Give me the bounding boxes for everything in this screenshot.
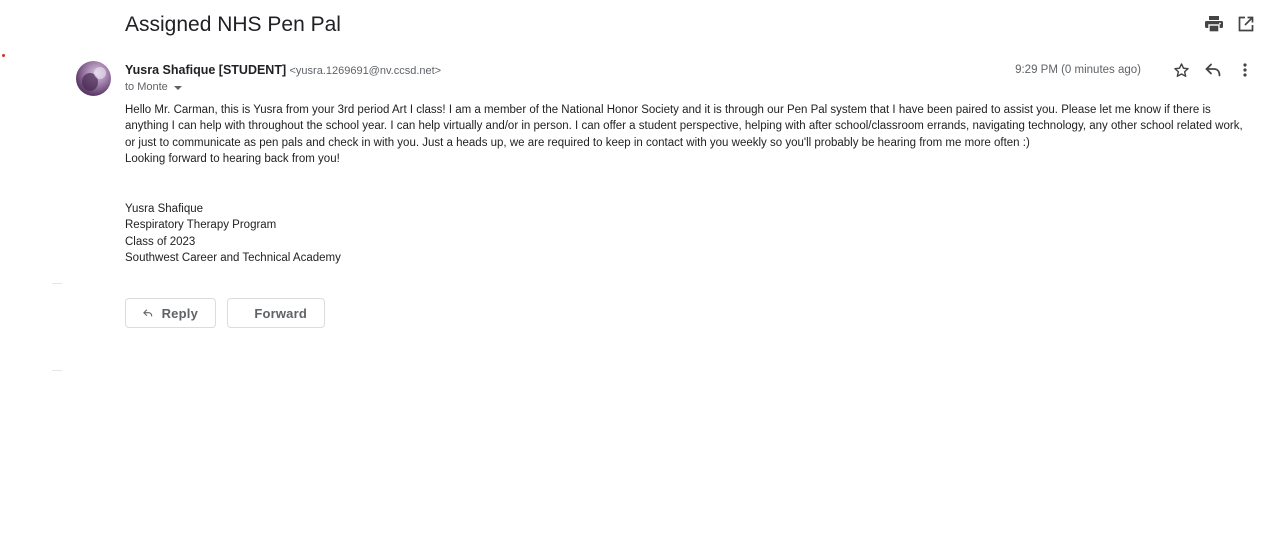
reply-button[interactable]: Reply (125, 298, 216, 328)
avatar[interactable] (76, 61, 111, 96)
signature-class: Class of 2023 (125, 235, 196, 248)
message-meta: 9:29 PM (0 minutes ago) (1015, 60, 1255, 80)
email-view: Assigned NHS Pen Pal Yusra Shafique [STU… (0, 0, 1280, 554)
signature-name: Yusra Shafique (125, 203, 204, 216)
open-in-new-window-icon[interactable] (1236, 14, 1256, 34)
divider (52, 283, 62, 284)
recipient-line: to Monte (125, 80, 182, 94)
signature-program: Respiratory Therapy Program (125, 219, 277, 232)
show-details-dropdown-icon[interactable] (173, 85, 182, 90)
reply-arrow-icon (143, 309, 153, 317)
recipient-text: to Monte (125, 81, 168, 93)
print-icon[interactable] (1204, 14, 1224, 34)
message-body: Hello Mr. Carman, this is Yusra from you… (125, 102, 1255, 266)
thread-toolbar (1204, 14, 1256, 34)
sender-line: Yusra Shafique [STUDENT] <yusra.1269691@… (125, 62, 441, 79)
reply-icon[interactable] (1203, 60, 1223, 80)
signature-school: Southwest Career and Technical Academy (125, 252, 341, 265)
divider (52, 370, 62, 371)
star-icon[interactable] (1171, 60, 1191, 80)
reply-actions: Reply Forward (125, 298, 325, 328)
forward-button-label: Forward (254, 305, 307, 321)
reply-button-label: Reply (161, 305, 198, 321)
sender-name[interactable]: Yusra Shafique [STUDENT] (125, 63, 286, 77)
body-paragraph: Hello Mr. Carman, this is Yusra from you… (125, 104, 1243, 149)
more-options-icon[interactable] (1235, 60, 1255, 80)
sender-email: <yusra.1269691@nv.ccsd.net> (289, 65, 442, 77)
forward-button[interactable]: Forward (227, 298, 325, 328)
email-subject: Assigned NHS Pen Pal (125, 13, 341, 36)
unread-indicator-dot (2, 54, 5, 57)
timestamp: 9:29 PM (0 minutes ago) (1015, 64, 1141, 76)
body-closing: Looking forward to hearing back from you… (125, 152, 340, 165)
